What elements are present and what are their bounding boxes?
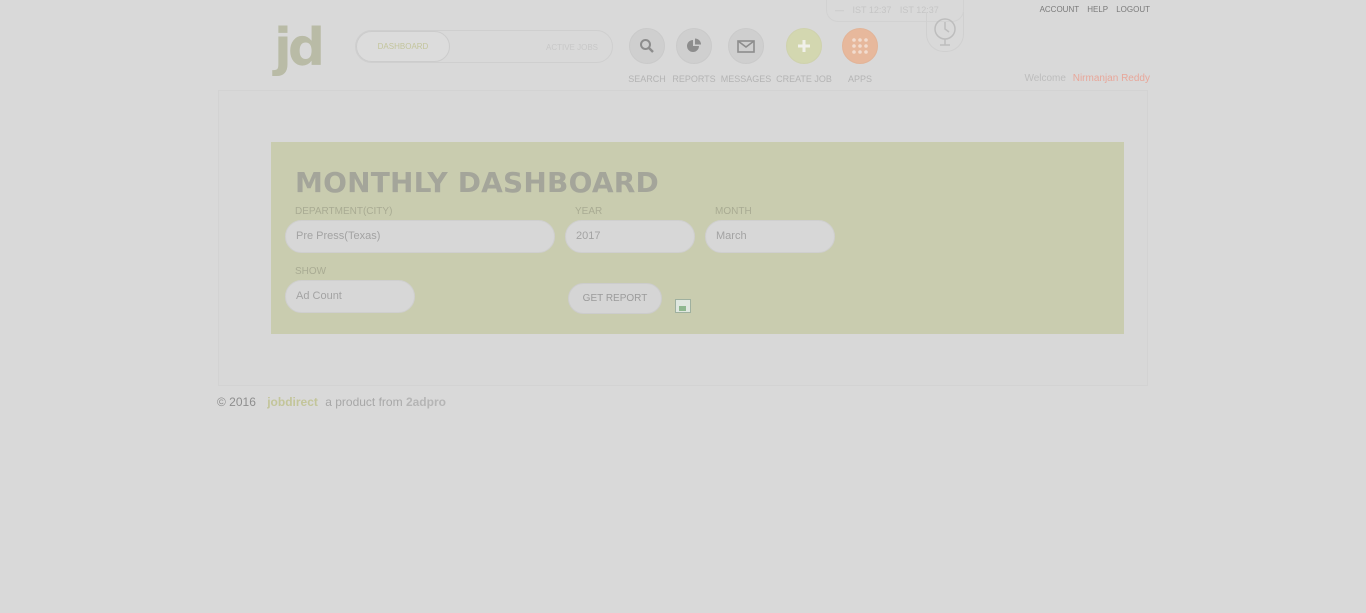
apps-label: APPS [847, 74, 872, 84]
tab-active-jobs[interactable]: ACTIVE JOBS [546, 31, 598, 62]
month-select[interactable]: March [705, 220, 835, 253]
jobdirect-brand: jobdirect [267, 395, 318, 409]
grid-icon [842, 28, 878, 64]
dash-icon: — [835, 5, 844, 15]
show-label: SHOW [295, 266, 327, 277]
create-job-nav[interactable]: CREATE JOB [774, 28, 834, 84]
jd-logo[interactable]: jd [274, 18, 334, 78]
welcome-message: Welcome Nirmanjan Reddy [1024, 73, 1150, 84]
month-label: MONTH [715, 206, 752, 217]
account-link[interactable]: ACCOUNT [1040, 5, 1079, 14]
pie-chart-icon [676, 28, 712, 64]
monthly-dashboard-panel: MONTHLY DASHBOARD DEPARTMENT(CITY) Pre P… [271, 142, 1124, 334]
search-icon [629, 28, 665, 64]
tab-dashboard[interactable]: DASHBOARD [356, 31, 450, 62]
plus-icon [786, 28, 822, 64]
apps-nav[interactable]: APPS [830, 28, 890, 84]
top-links: ACCOUNT HELP LOGOUT [1034, 5, 1150, 14]
clock-toggle[interactable] [926, 12, 964, 52]
clock-time-1: IST 12:37 [852, 5, 892, 15]
messages-label: MESSAGES [720, 74, 772, 84]
footer: © 2016 jobdirect a product from 2adpro [217, 395, 446, 409]
logout-link[interactable]: LOGOUT [1116, 5, 1150, 14]
help-link[interactable]: HELP [1087, 5, 1108, 14]
reports-label: REPORTS [672, 74, 716, 84]
loading-image-icon [675, 299, 691, 313]
department-select[interactable]: Pre Press(Texas) [285, 220, 555, 253]
adpro-brand: 2adpro [405, 395, 446, 409]
envelope-icon [728, 28, 764, 64]
messages-nav[interactable]: MESSAGES [716, 28, 776, 84]
year-label: YEAR [575, 206, 603, 217]
year-select[interactable]: 2017 [565, 220, 695, 253]
clock-icon [934, 17, 956, 46]
create-job-label: CREATE JOB [776, 74, 832, 84]
user-name[interactable]: Nirmanjan Reddy [1073, 73, 1150, 84]
reports-nav[interactable]: REPORTS [664, 28, 724, 84]
footer-tagline: a product from [325, 395, 403, 409]
show-select[interactable]: Ad Count [285, 280, 415, 313]
page-title: MONTHLY DASHBOARD [295, 166, 659, 199]
main-tabs: DASHBOARD ACTIVE JOBS [355, 30, 613, 63]
welcome-text: Welcome [1024, 73, 1066, 84]
department-label: DEPARTMENT(CITY) [295, 206, 393, 217]
copyright: © 2016 [217, 395, 256, 409]
get-report-button[interactable]: GET REPORT [568, 283, 662, 314]
